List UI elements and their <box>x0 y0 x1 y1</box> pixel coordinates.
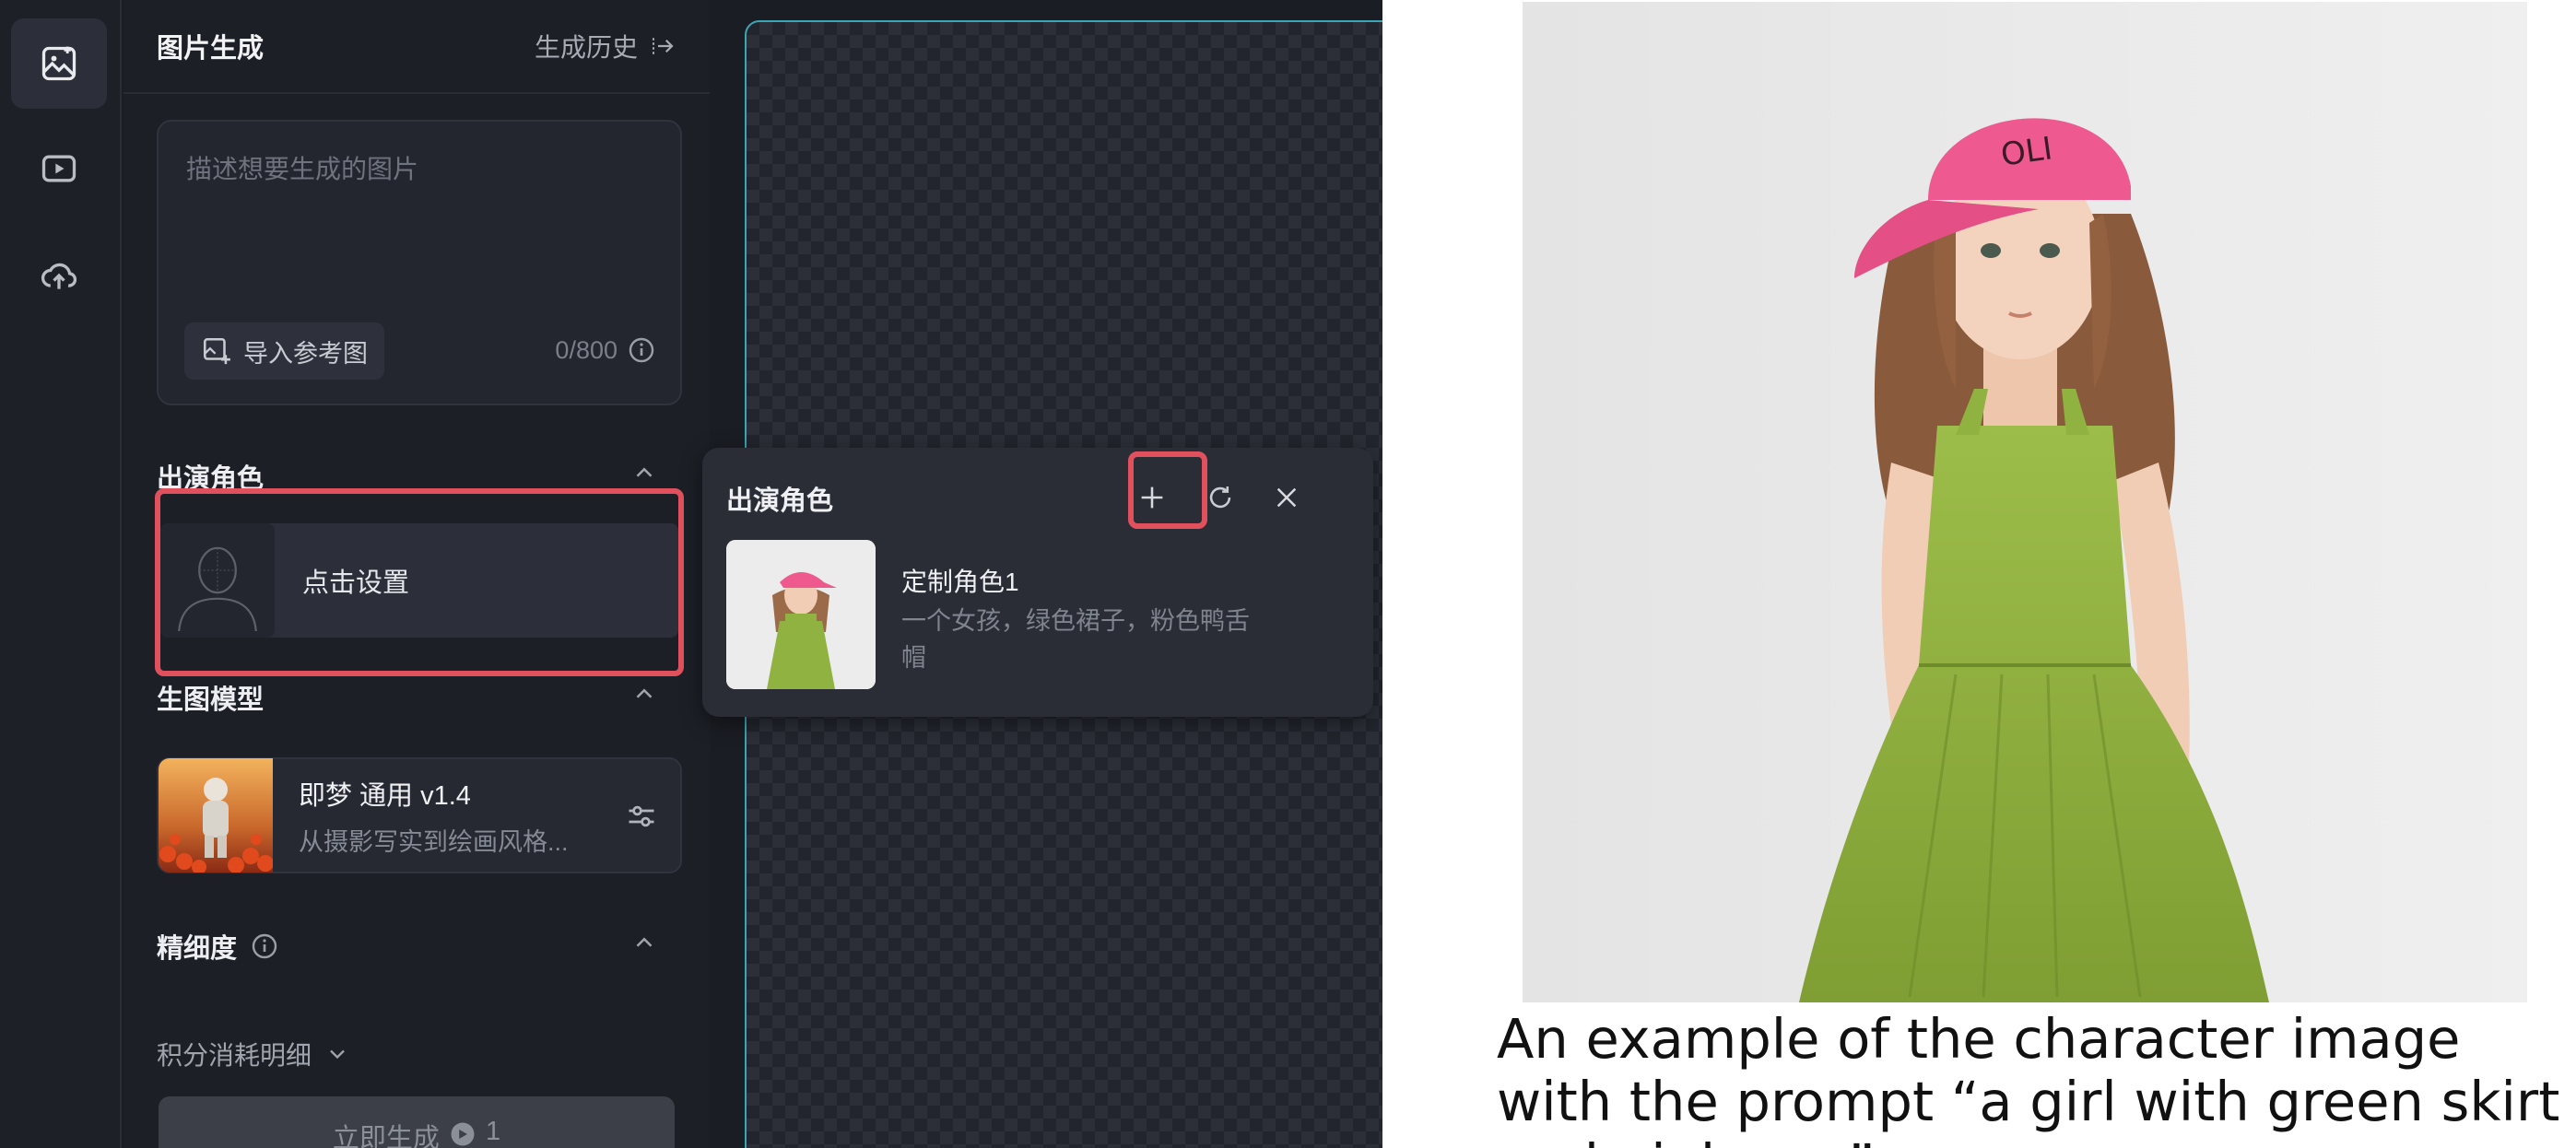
chevron-up-icon[interactable] <box>630 929 658 956</box>
history-label: 生成历史 <box>534 33 638 62</box>
model-description: 从摄影写实到绘画风格... <box>299 827 569 856</box>
refresh-icon <box>1209 486 1231 509</box>
precision-title: 精细度 <box>157 934 238 964</box>
roles-popover: 出演角色 定制角色1 一个女孩，绿色裙子，粉色鸭舌帽 <box>702 448 1373 717</box>
credits-detail-toggle[interactable]: 积分消耗明细 <box>157 1036 350 1072</box>
model-thumbnail <box>159 758 273 873</box>
app-screenshot: 图片生成 生成历史 描述想要生成的图片 导入参考图 0/800 出演角色 点击设… <box>0 0 1382 1148</box>
page-title: 图片生成 <box>157 34 265 64</box>
history-arrow-icon <box>653 38 674 54</box>
info-icon[interactable] <box>250 931 279 961</box>
precision-section-title: 精细度 <box>157 927 279 966</box>
model-name: 即梦 通用 v1.4 <box>299 780 471 811</box>
history-link[interactable]: 生成历史 <box>535 28 676 64</box>
example-character-image: OLI <box>1523 2 2527 1002</box>
model-info: 即梦 通用 v1.4 从摄影写实到绘画风格... <box>299 774 569 858</box>
model-selector[interactable]: 即梦 通用 v1.4 从摄影写实到绘画风格... <box>157 757 682 873</box>
chevron-down-icon <box>330 1049 345 1060</box>
panel-header: 图片生成 生成历史 <box>157 26 676 66</box>
close-icon <box>1276 487 1297 508</box>
image-gen-icon <box>41 46 76 81</box>
video-gen-icon <box>41 155 76 182</box>
settings-sliders-icon[interactable] <box>625 800 658 833</box>
role-thumbnail[interactable] <box>726 540 876 689</box>
nav-image-generation[interactable] <box>11 18 107 109</box>
char-counter: 0/800 <box>555 335 656 365</box>
generate-button[interactable]: 立即生成 1 <box>159 1096 675 1148</box>
highlight-box-role <box>155 488 684 676</box>
left-rail <box>0 0 122 1148</box>
cloud-upload-icon <box>41 263 77 289</box>
role-description: 一个女孩，绿色裙子，粉色鸭舌帽 <box>901 607 1250 672</box>
import-image-icon <box>203 337 230 365</box>
generate-cost: 1 <box>485 1117 501 1146</box>
credits-label: 积分消耗明细 <box>157 1041 312 1070</box>
chevron-up-icon[interactable] <box>630 459 658 486</box>
prompt-input[interactable]: 描述想要生成的图片 导入参考图 0/800 <box>157 120 682 405</box>
import-reference-button[interactable]: 导入参考图 <box>184 322 384 380</box>
example-caption: An example of the character image with t… <box>1497 1007 2560 1148</box>
import-reference-label: 导入参考图 <box>243 339 368 368</box>
generate-label: 立即生成 <box>332 1124 440 1148</box>
role-name: 定制角色1 <box>901 568 1019 596</box>
prompt-placeholder: 描述想要生成的图片 <box>186 155 419 183</box>
highlight-box-add <box>1128 451 1207 529</box>
cap-logo-text: OLI <box>1999 130 2055 173</box>
close-popover-button[interactable] <box>1257 468 1316 527</box>
info-icon[interactable] <box>627 335 656 365</box>
char-counter-value: 0/800 <box>555 335 618 364</box>
nav-upload[interactable] <box>11 230 107 321</box>
chevron-up-icon[interactable] <box>630 680 658 708</box>
divider <box>124 92 710 94</box>
popover-title: 出演角色 <box>726 486 834 516</box>
model-section-title: 生图模型 <box>157 685 265 715</box>
nav-video-generation[interactable] <box>11 123 107 214</box>
credit-coin-icon <box>451 1122 475 1146</box>
